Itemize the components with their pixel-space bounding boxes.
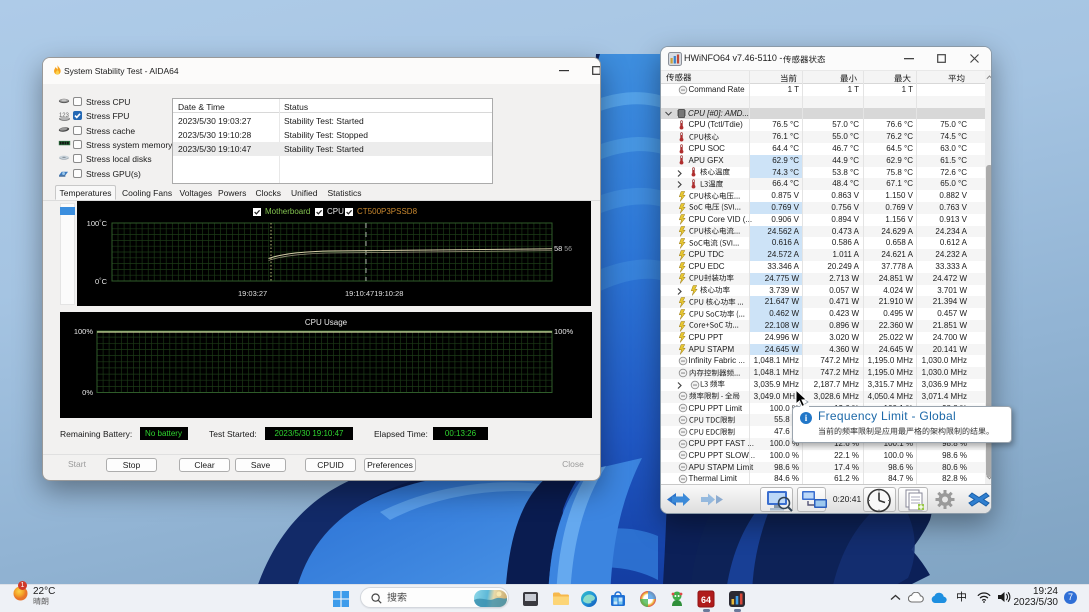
svg-text:64: 64: [701, 595, 711, 605]
